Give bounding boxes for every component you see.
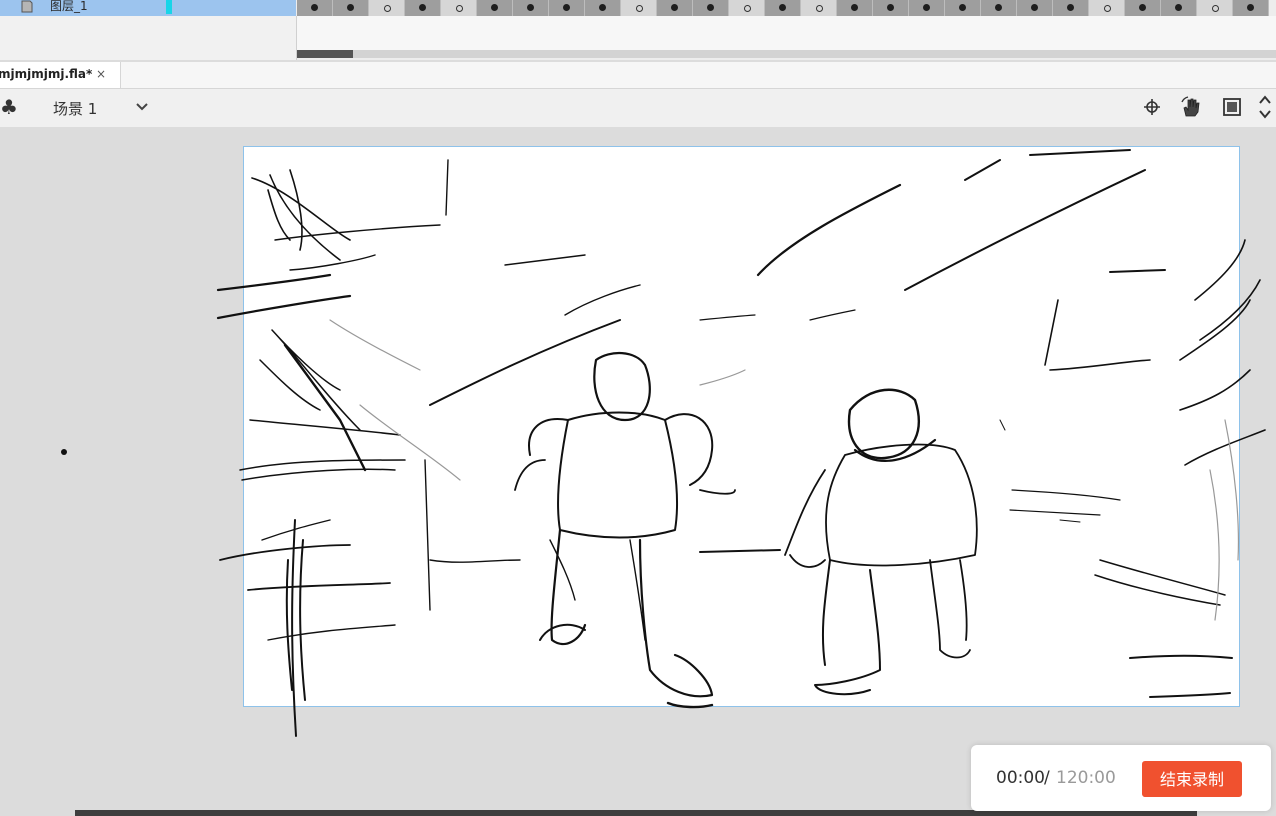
keyframe-cell[interactable] xyxy=(1053,0,1089,16)
layer-icon xyxy=(21,0,33,13)
blank-keyframe-cell[interactable] xyxy=(441,0,477,16)
chevron-down-icon[interactable] xyxy=(134,99,150,115)
document-tab-bar: mjmjmjmj.fla* × xyxy=(0,62,1276,89)
keyframe-cell[interactable] xyxy=(549,0,585,16)
keyframe-cell[interactable] xyxy=(1233,0,1269,16)
center-stage-icon[interactable] xyxy=(1143,98,1161,116)
blank-keyframe-cell[interactable] xyxy=(801,0,837,16)
keyframe-cell[interactable] xyxy=(405,0,441,16)
recording-panel: 00:00 / 120:00 结束录制 xyxy=(971,745,1271,811)
recording-time-separator: / xyxy=(1044,768,1050,788)
club-icon[interactable]: ♣ xyxy=(0,95,18,119)
stage-canvas[interactable] xyxy=(243,146,1240,707)
keyframe-cell[interactable] xyxy=(909,0,945,16)
layer-color-marker xyxy=(166,0,172,14)
timeline-panel: 图层_1 xyxy=(0,0,1276,60)
frames-empty-area xyxy=(297,16,1276,50)
keyframe-cell[interactable] xyxy=(1161,0,1197,16)
keyframe-cell[interactable] xyxy=(945,0,981,16)
keyframe-cell[interactable] xyxy=(873,0,909,16)
keyframe-cell[interactable] xyxy=(981,0,1017,16)
blank-keyframe-cell[interactable] xyxy=(1089,0,1125,16)
timeline-scrollbar-thumb[interactable] xyxy=(297,50,353,58)
stray-stroke-dot xyxy=(61,449,67,455)
scene-bar: ♣ 场景 1 xyxy=(0,89,1276,127)
keyframe-cell[interactable] xyxy=(1125,0,1161,16)
blank-keyframe-cell[interactable] xyxy=(1197,0,1233,16)
blank-keyframe-cell[interactable] xyxy=(729,0,765,16)
close-icon[interactable]: × xyxy=(96,67,106,81)
timeline-scrollbar-track[interactable] xyxy=(297,50,1276,58)
end-recording-button[interactable]: 结束录制 xyxy=(1142,761,1242,797)
layer-list-empty-area xyxy=(0,16,297,60)
recording-total-time: 120:00 xyxy=(1056,768,1116,788)
keyframe-cell[interactable] xyxy=(837,0,873,16)
keyframe-cell[interactable] xyxy=(693,0,729,16)
hand-tool-icon[interactable] xyxy=(1180,96,1202,118)
recording-elapsed-time: 00:00 xyxy=(996,768,1045,788)
keyframe-cell[interactable] xyxy=(585,0,621,16)
frame-row[interactable] xyxy=(297,0,1276,16)
blank-keyframe-cell[interactable] xyxy=(369,0,405,16)
layer-name: 图层_1 xyxy=(50,0,88,13)
scroll-up-down-icon[interactable] xyxy=(1258,93,1272,121)
document-tab[interactable]: mjmjmjmj.fla* × xyxy=(0,62,121,88)
keyframe-cell[interactable] xyxy=(513,0,549,16)
keyframe-cell[interactable] xyxy=(297,0,333,16)
layer-row[interactable]: 图层_1 xyxy=(0,0,296,16)
keyframe-cell[interactable] xyxy=(333,0,369,16)
keyframe-cell[interactable] xyxy=(477,0,513,16)
keyframe-cell[interactable] xyxy=(1017,0,1053,16)
blank-keyframe-cell[interactable] xyxy=(621,0,657,16)
scene-label[interactable]: 场景 1 xyxy=(53,98,97,119)
document-tab-title: mjmjmjmj.fla* xyxy=(0,67,93,81)
clip-canvas-icon[interactable] xyxy=(1223,98,1241,116)
keyframe-cell[interactable] xyxy=(657,0,693,16)
keyframe-cell[interactable] xyxy=(765,0,801,16)
